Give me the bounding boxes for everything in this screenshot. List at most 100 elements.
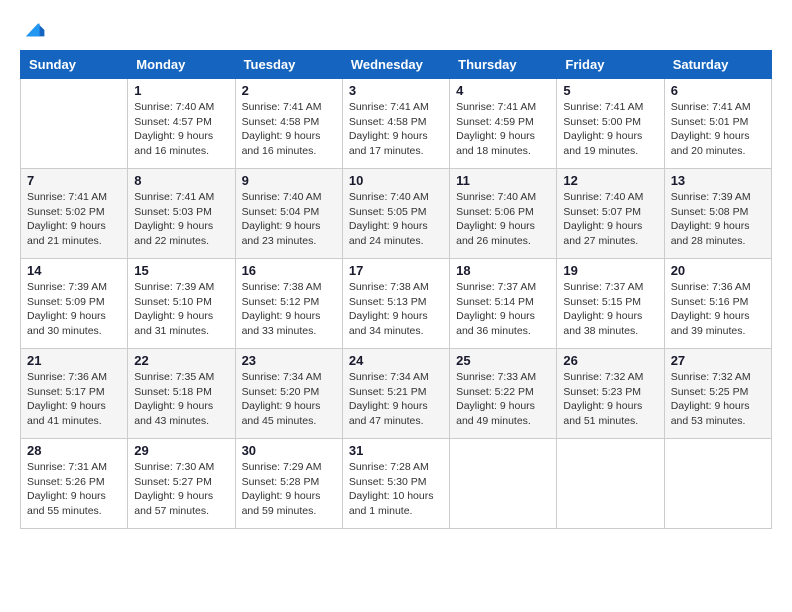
calendar-week-row: 7 Sunrise: 7:41 AMSunset: 5:02 PMDaylight… bbox=[21, 169, 772, 259]
day-number: 14 bbox=[27, 263, 121, 278]
day-info: Sunrise: 7:39 AMSunset: 5:08 PMDaylight:… bbox=[671, 190, 765, 249]
day-number: 23 bbox=[242, 353, 336, 368]
calendar-cell: 9 Sunrise: 7:40 AMSunset: 5:04 PMDaylight… bbox=[235, 169, 342, 259]
day-info: Sunrise: 7:40 AMSunset: 5:05 PMDaylight:… bbox=[349, 190, 443, 249]
day-number: 6 bbox=[671, 83, 765, 98]
day-number: 18 bbox=[456, 263, 550, 278]
day-info: Sunrise: 7:28 AMSunset: 5:30 PMDaylight:… bbox=[349, 460, 443, 519]
calendar-cell: 12Sunrise: 7:40 AMSunset: 5:07 PMDayligh… bbox=[557, 169, 664, 259]
calendar-cell: 27 Sunrise: 7:32 AMSunset: 5:25 PMDayligh… bbox=[664, 349, 771, 439]
day-info: Sunrise: 7:41 AMSunset: 4:58 PMDaylight:… bbox=[242, 100, 336, 159]
page-header bbox=[20, 20, 772, 40]
calendar-cell: 2 Sunrise: 7:41 AMSunset: 4:58 PMDaylight… bbox=[235, 79, 342, 169]
weekday-header-row: SundayMondayTuesdayWednesdayThursdayFrid… bbox=[21, 51, 772, 79]
calendar-cell: 4 Sunrise: 7:41 AMSunset: 4:59 PMDaylight… bbox=[450, 79, 557, 169]
weekday-header: Tuesday bbox=[235, 51, 342, 79]
day-info: Sunrise: 7:36 AMSunset: 5:17 PMDaylight:… bbox=[27, 370, 121, 429]
calendar-cell: 22 Sunrise: 7:35 AMSunset: 5:18 PMDayligh… bbox=[128, 349, 235, 439]
day-number: 5 bbox=[563, 83, 657, 98]
day-number: 1 bbox=[134, 83, 228, 98]
day-info: Sunrise: 7:37 AMSunset: 5:14 PMDaylight:… bbox=[456, 280, 550, 339]
day-info: Sunrise: 7:31 AMSunset: 5:26 PMDaylight:… bbox=[27, 460, 121, 519]
day-info: Sunrise: 7:38 AMSunset: 5:13 PMDaylight:… bbox=[349, 280, 443, 339]
day-number: 31 bbox=[349, 443, 443, 458]
calendar-cell: 15Sunrise: 7:39 AMSunset: 5:10 PMDayligh… bbox=[128, 259, 235, 349]
calendar-cell: 31 Sunrise: 7:28 AMSunset: 5:30 PMDayligh… bbox=[342, 439, 449, 529]
logo-icon bbox=[22, 20, 46, 40]
day-number: 30 bbox=[242, 443, 336, 458]
calendar-cell: 30Sunrise: 7:29 AMSunset: 5:28 PMDayligh… bbox=[235, 439, 342, 529]
calendar-cell: 19 Sunrise: 7:37 AMSunset: 5:15 PMDayligh… bbox=[557, 259, 664, 349]
calendar-cell: 17Sunrise: 7:38 AMSunset: 5:13 PMDayligh… bbox=[342, 259, 449, 349]
calendar-cell: 11 Sunrise: 7:40 AMSunset: 5:06 PMDayligh… bbox=[450, 169, 557, 259]
weekday-header: Monday bbox=[128, 51, 235, 79]
calendar-cell bbox=[21, 79, 128, 169]
calendar-week-row: 21 Sunrise: 7:36 AMSunset: 5:17 PMDayligh… bbox=[21, 349, 772, 439]
day-number: 21 bbox=[27, 353, 121, 368]
day-info: Sunrise: 7:41 AMSunset: 4:59 PMDaylight:… bbox=[456, 100, 550, 159]
day-number: 4 bbox=[456, 83, 550, 98]
day-info: Sunrise: 7:41 AMSunset: 5:03 PMDaylight:… bbox=[134, 190, 228, 249]
calendar-cell: 25 Sunrise: 7:33 AMSunset: 5:22 PMDayligh… bbox=[450, 349, 557, 439]
day-info: Sunrise: 7:38 AMSunset: 5:12 PMDaylight:… bbox=[242, 280, 336, 339]
logo bbox=[20, 20, 48, 40]
day-number: 13 bbox=[671, 173, 765, 188]
day-info: Sunrise: 7:39 AMSunset: 5:09 PMDaylight:… bbox=[27, 280, 121, 339]
calendar-cell: 20 Sunrise: 7:36 AMSunset: 5:16 PMDayligh… bbox=[664, 259, 771, 349]
day-info: Sunrise: 7:40 AMSunset: 4:57 PMDaylight:… bbox=[134, 100, 228, 159]
day-info: Sunrise: 7:32 AMSunset: 5:25 PMDaylight:… bbox=[671, 370, 765, 429]
calendar-cell bbox=[557, 439, 664, 529]
calendar-cell bbox=[450, 439, 557, 529]
day-info: Sunrise: 7:41 AMSunset: 5:00 PMDaylight:… bbox=[563, 100, 657, 159]
day-number: 22 bbox=[134, 353, 228, 368]
weekday-header: Thursday bbox=[450, 51, 557, 79]
calendar-cell: 14 Sunrise: 7:39 AMSunset: 5:09 PMDayligh… bbox=[21, 259, 128, 349]
calendar-cell: 28 Sunrise: 7:31 AMSunset: 5:26 PMDayligh… bbox=[21, 439, 128, 529]
day-info: Sunrise: 7:37 AMSunset: 5:15 PMDaylight:… bbox=[563, 280, 657, 339]
calendar-cell: 23 Sunrise: 7:34 AMSunset: 5:20 PMDayligh… bbox=[235, 349, 342, 439]
calendar-cell: 8 Sunrise: 7:41 AMSunset: 5:03 PMDaylight… bbox=[128, 169, 235, 259]
calendar-week-row: 28 Sunrise: 7:31 AMSunset: 5:26 PMDayligh… bbox=[21, 439, 772, 529]
calendar-table: SundayMondayTuesdayWednesdayThursdayFrid… bbox=[20, 50, 772, 529]
day-number: 3 bbox=[349, 83, 443, 98]
calendar-week-row: 14 Sunrise: 7:39 AMSunset: 5:09 PMDayligh… bbox=[21, 259, 772, 349]
calendar-week-row: 1 Sunrise: 7:40 AMSunset: 4:57 PMDaylight… bbox=[21, 79, 772, 169]
day-number: 11 bbox=[456, 173, 550, 188]
weekday-header: Sunday bbox=[21, 51, 128, 79]
day-info: Sunrise: 7:33 AMSunset: 5:22 PMDaylight:… bbox=[456, 370, 550, 429]
day-number: 8 bbox=[134, 173, 228, 188]
day-info: Sunrise: 7:41 AMSunset: 5:01 PMDaylight:… bbox=[671, 100, 765, 159]
day-info: Sunrise: 7:35 AMSunset: 5:18 PMDaylight:… bbox=[134, 370, 228, 429]
day-number: 25 bbox=[456, 353, 550, 368]
day-info: Sunrise: 7:36 AMSunset: 5:16 PMDaylight:… bbox=[671, 280, 765, 339]
day-number: 20 bbox=[671, 263, 765, 278]
calendar-cell: 16Sunrise: 7:38 AMSunset: 5:12 PMDayligh… bbox=[235, 259, 342, 349]
day-info: Sunrise: 7:34 AMSunset: 5:20 PMDaylight:… bbox=[242, 370, 336, 429]
calendar-cell: 29Sunrise: 7:30 AMSunset: 5:27 PMDayligh… bbox=[128, 439, 235, 529]
calendar-cell: 26Sunrise: 7:32 AMSunset: 5:23 PMDayligh… bbox=[557, 349, 664, 439]
calendar-cell: 7 Sunrise: 7:41 AMSunset: 5:02 PMDaylight… bbox=[21, 169, 128, 259]
day-number: 9 bbox=[242, 173, 336, 188]
calendar-cell: 1 Sunrise: 7:40 AMSunset: 4:57 PMDaylight… bbox=[128, 79, 235, 169]
day-number: 7 bbox=[27, 173, 121, 188]
calendar-cell: 10 Sunrise: 7:40 AMSunset: 5:05 PMDayligh… bbox=[342, 169, 449, 259]
calendar-cell: 21 Sunrise: 7:36 AMSunset: 5:17 PMDayligh… bbox=[21, 349, 128, 439]
weekday-header: Friday bbox=[557, 51, 664, 79]
day-info: Sunrise: 7:40 AMSunset: 5:07 PMDaylight:… bbox=[563, 190, 657, 249]
calendar-cell: 24 Sunrise: 7:34 AMSunset: 5:21 PMDayligh… bbox=[342, 349, 449, 439]
day-info: Sunrise: 7:40 AMSunset: 5:04 PMDaylight:… bbox=[242, 190, 336, 249]
day-info: Sunrise: 7:41 AMSunset: 4:58 PMDaylight:… bbox=[349, 100, 443, 159]
calendar-cell bbox=[664, 439, 771, 529]
day-number: 24 bbox=[349, 353, 443, 368]
day-info: Sunrise: 7:40 AMSunset: 5:06 PMDaylight:… bbox=[456, 190, 550, 249]
day-number: 28 bbox=[27, 443, 121, 458]
day-number: 10 bbox=[349, 173, 443, 188]
weekday-header: Saturday bbox=[664, 51, 771, 79]
day-number: 2 bbox=[242, 83, 336, 98]
day-number: 19 bbox=[563, 263, 657, 278]
day-number: 27 bbox=[671, 353, 765, 368]
day-info: Sunrise: 7:34 AMSunset: 5:21 PMDaylight:… bbox=[349, 370, 443, 429]
calendar-cell: 13 Sunrise: 7:39 AMSunset: 5:08 PMDayligh… bbox=[664, 169, 771, 259]
day-info: Sunrise: 7:32 AMSunset: 5:23 PMDaylight:… bbox=[563, 370, 657, 429]
day-info: Sunrise: 7:41 AMSunset: 5:02 PMDaylight:… bbox=[27, 190, 121, 249]
